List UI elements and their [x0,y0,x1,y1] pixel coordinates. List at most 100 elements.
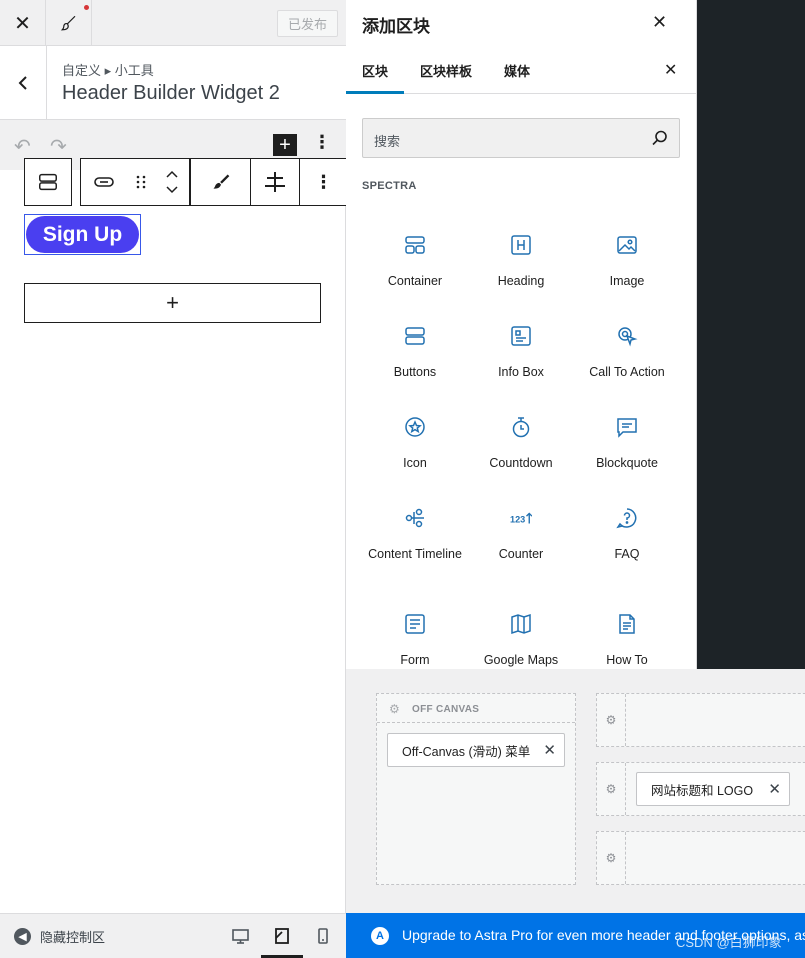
close-customizer-button[interactable]: ✕ [0,0,46,46]
block-how-to[interactable]: How To [574,591,680,669]
site-title-logo-chip[interactable]: 网站标题和 LOGO ✕ [636,772,790,806]
preview-mobile-button[interactable] [312,925,334,947]
map-icon [511,613,531,635]
category-heading: SPECTRA [362,180,417,192]
stopwatch-icon [512,417,530,438]
gear-icon[interactable]: ⚙ [597,832,626,884]
block-label: Icon [403,456,427,470]
parent-block-button[interactable] [81,159,127,205]
chip-label: Off-Canvas (滑动) 菜单 [402,744,531,759]
block-container[interactable]: Container [362,212,468,303]
back-button[interactable] [0,46,47,120]
block-label: Call To Action [589,365,665,379]
chip-label: 网站标题和 LOGO [651,783,754,798]
header-row-bottom: ⚙ [596,831,805,885]
block-label: Container [387,274,443,288]
block-buttons[interactable]: Buttons [362,303,468,394]
block-icon[interactable]: Icon [362,394,468,485]
off-canvas-title: OFF CANVAS [412,704,480,715]
buttons-block-icon [39,173,57,191]
block-google-maps[interactable]: Google Maps [468,591,574,669]
astra-logo-icon: A [371,927,389,945]
block-form[interactable]: Form [362,591,468,669]
block-counter[interactable]: 123 Counter [468,485,574,576]
collapse-icon: ◀ [14,928,31,945]
chevron-down-icon[interactable] [166,186,178,194]
gear-icon[interactable]: ⚙ [389,702,400,716]
close-inserter-icon[interactable]: ✕ [652,12,667,33]
redo-icon[interactable]: ↷ [50,134,67,159]
block-label: Buttons [393,365,437,379]
block-countdown[interactable]: Countdown [468,394,574,485]
close-tabs-icon[interactable]: ✕ [664,60,677,80]
editor-options-icon[interactable]: ⋮ [313,132,331,153]
block-type-group [24,158,72,206]
block-info-box[interactable]: Info Box [468,303,574,394]
preview-tablet-button[interactable] [271,925,293,947]
hide-controls-button[interactable]: ◀ 隐藏控制区 [14,927,105,946]
customizer-topbar: ✕ 已发布 [0,0,346,46]
block-label: Counter [498,547,544,561]
drag-icon [136,175,146,189]
signup-button-block[interactable]: Sign Up [24,214,141,255]
block-label: Blockquote [596,456,658,470]
counter-icon: 123 [510,512,532,525]
block-label: Image [609,274,645,288]
move-buttons[interactable] [155,159,189,205]
block-label: Form [400,653,430,667]
block-content-timeline[interactable]: Content Timeline [362,485,468,576]
publish-button[interactable]: 已发布 [277,10,338,37]
heading-icon [511,235,531,255]
desktop-icon [231,928,249,944]
block-appender-button[interactable]: + [24,283,321,323]
drag-handle[interactable] [127,159,155,205]
off-canvas-zone: ⚙ OFF CANVAS Off-Canvas (滑动) 菜单 ✕ [376,693,576,885]
customizer-sidebar: ✕ 已发布 自定义 ▸ 小工具 Header Builder Widget 2 … [0,0,348,958]
section-header: 自定义 ▸ 小工具 Header Builder Widget 2 [0,46,346,120]
justify-button[interactable] [250,159,299,205]
inserter-tabs: 区块 区块样板 媒体 ✕ [346,46,696,94]
block-search-input[interactable]: 搜索 [362,118,680,158]
active-tab-indicator [346,91,404,94]
block-style-button[interactable] [190,159,250,205]
header-builder: ⚙ OFF CANVAS Off-Canvas (滑动) 菜单 ✕ ⚙ ⚙ 网站… [346,669,805,913]
quote-icon [617,418,637,438]
customizer-footer: ◀ 隐藏控制区 [0,913,346,958]
tab-blocks[interactable]: 区块 [362,61,388,80]
chevron-up-icon[interactable] [166,170,178,178]
inserter-title: 添加区块 [362,17,430,36]
block-label: Content Timeline [368,547,462,561]
undo-icon[interactable]: ↶ [14,134,31,159]
upgrade-banner[interactable]: A Upgrade to Astra Pro for even more hea… [346,913,805,958]
remove-icon[interactable]: ✕ [768,780,781,798]
block-blockquote[interactable]: Blockquote [574,394,680,485]
more-vertical-icon: ⋮ [314,171,333,192]
remove-icon[interactable]: ✕ [543,741,556,759]
off-canvas-menu-chip[interactable]: Off-Canvas (滑动) 菜单 ✕ [387,733,565,767]
chevron-left-icon [18,76,27,90]
justify-center-icon [265,172,285,192]
tab-patterns[interactable]: 区块样板 [420,61,472,80]
tab-media[interactable]: 媒体 [504,61,530,80]
block-inserter-panel: 添加区块 ✕ 区块 区块样板 媒体 ✕ 搜索 SPECTRA Container… [346,0,697,669]
block-call-to-action[interactable]: Call To Action [574,303,680,394]
timeline-icon [405,508,424,528]
block-image[interactable]: Image [574,212,680,303]
block-label: Heading [497,274,545,288]
gear-icon[interactable]: ⚙ [597,763,626,815]
add-block-toggle-button[interactable]: + [273,134,297,156]
how-to-icon [619,614,635,634]
container-icon [405,236,425,254]
block-options-button[interactable]: ⋮ [299,159,347,205]
buttons-block-switcher[interactable] [25,159,71,205]
gear-icon[interactable]: ⚙ [597,694,626,746]
preview-desktop-button[interactable] [229,925,251,947]
notification-dot [84,5,89,10]
off-canvas-header: ⚙ OFF CANVAS [377,694,575,723]
block-faq[interactable]: FAQ [574,485,680,576]
block-heading[interactable]: Heading [468,212,574,303]
customize-style-button[interactable] [46,0,92,46]
block-tools-group [80,158,190,206]
site-preview-area [697,0,805,669]
signup-button[interactable]: Sign Up [26,216,139,253]
